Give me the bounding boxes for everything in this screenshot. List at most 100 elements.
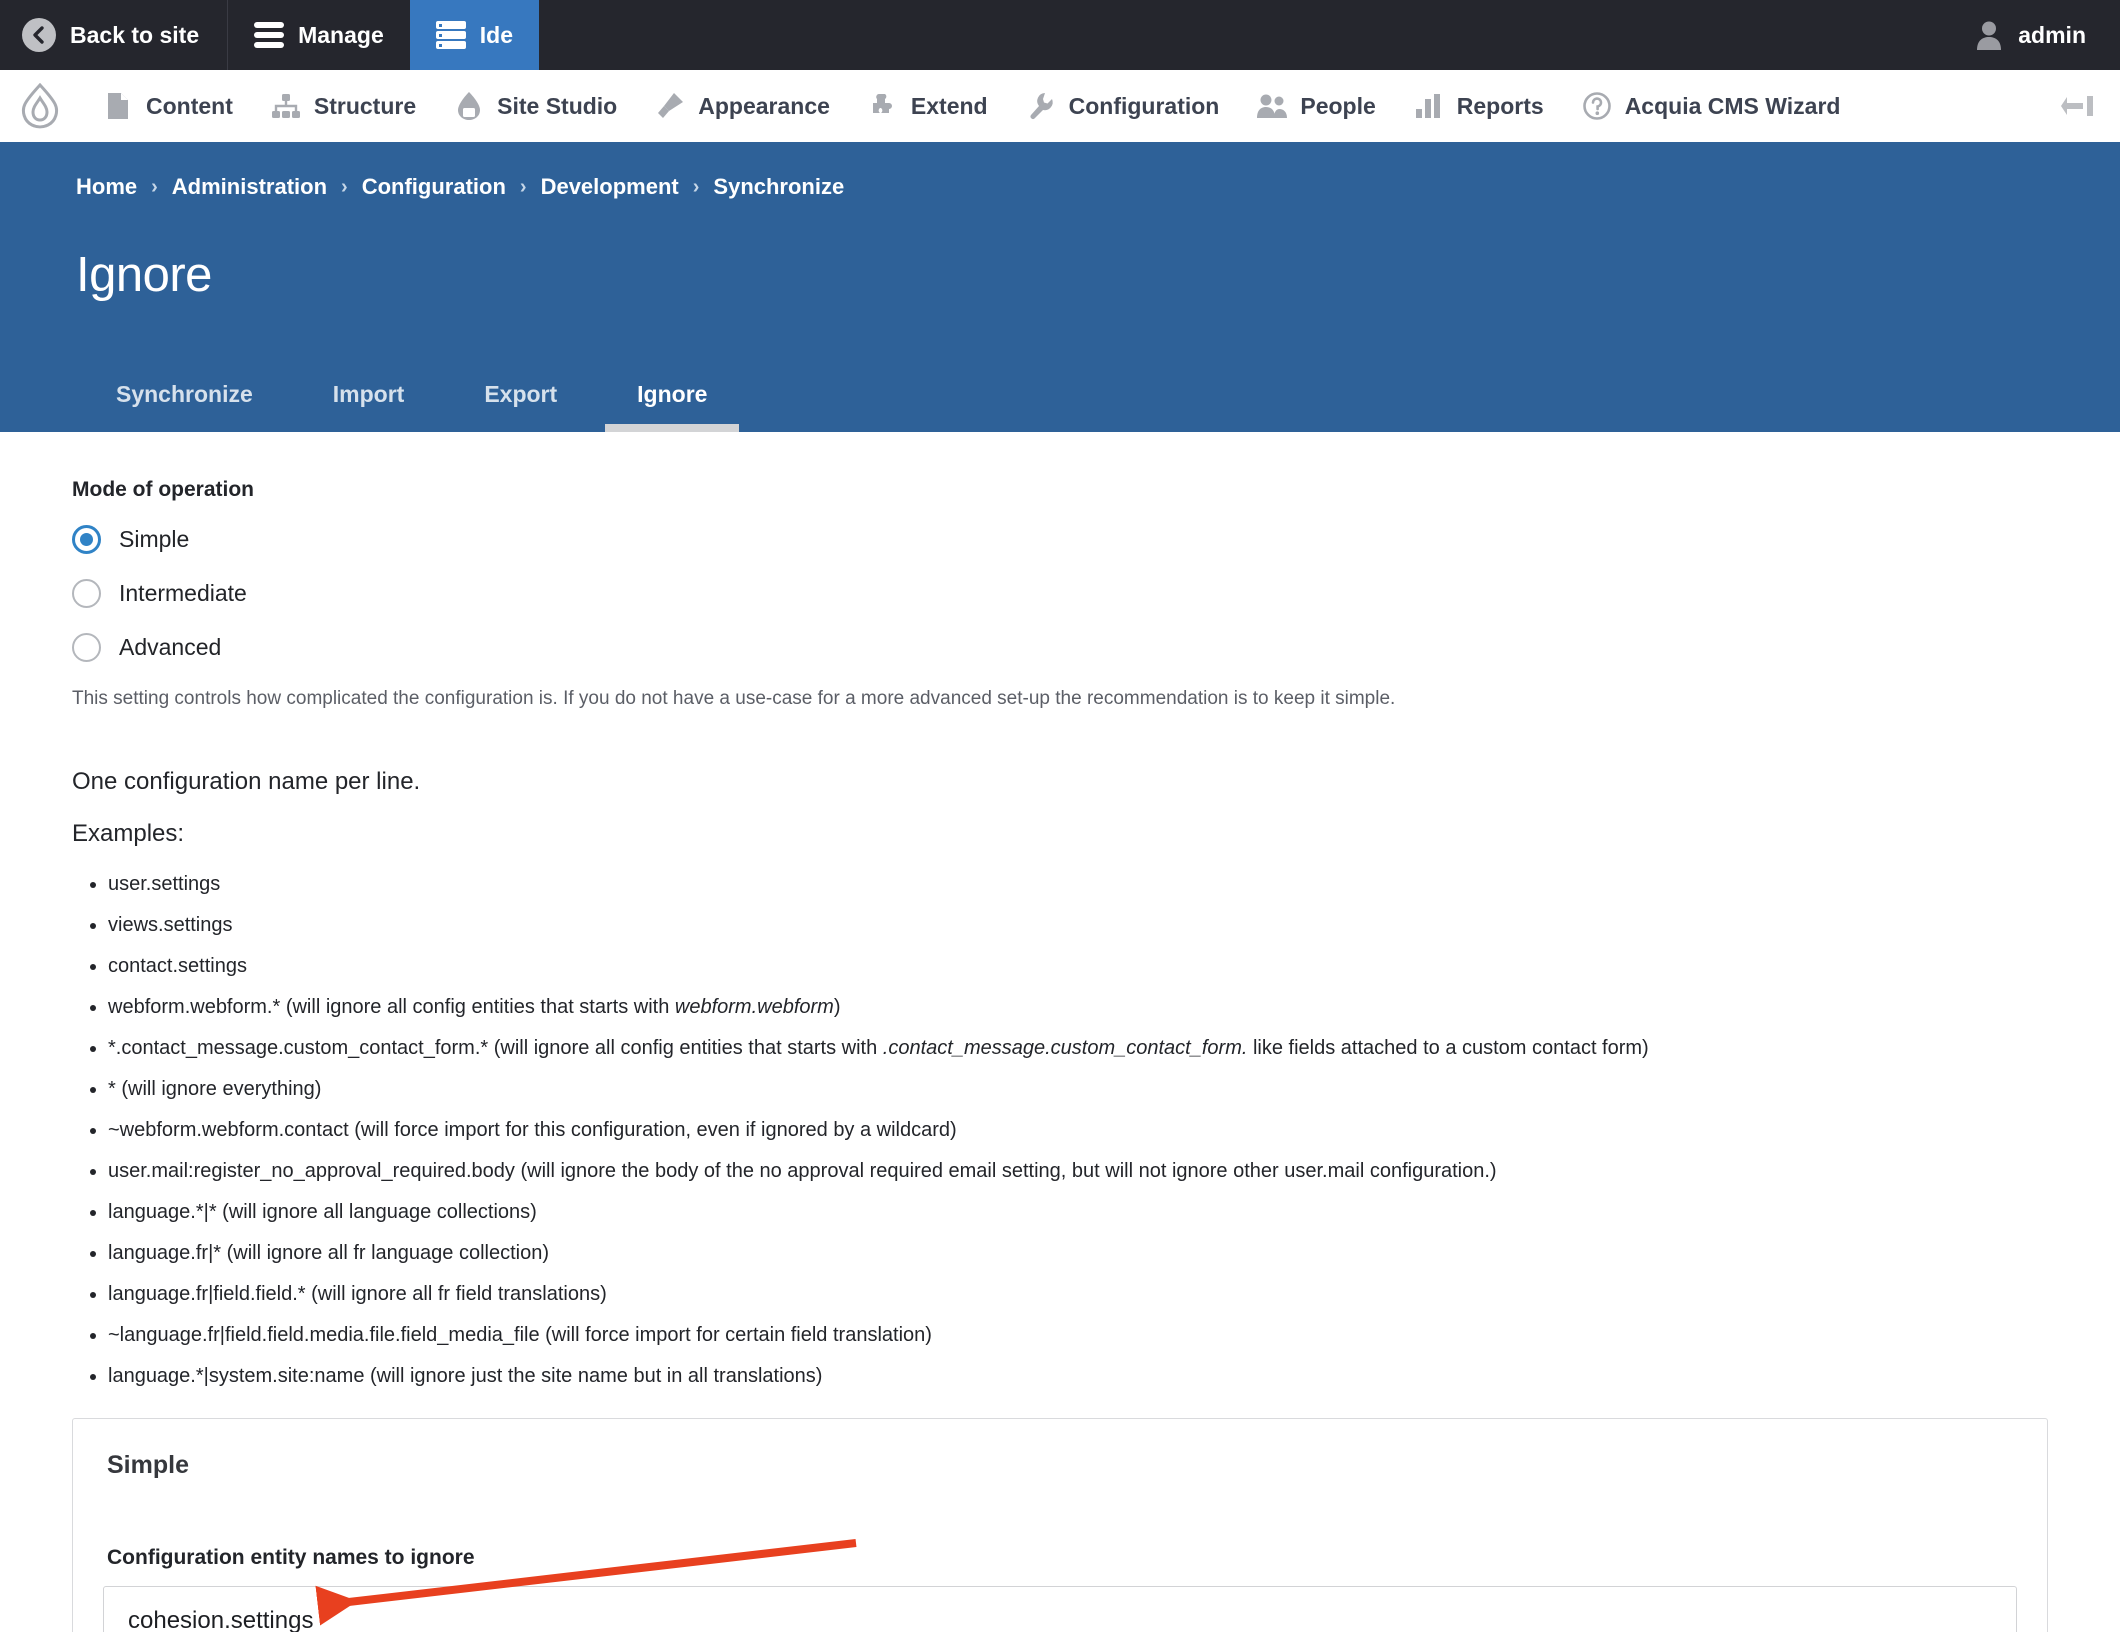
tab-synchronize[interactable]: Synchronize: [76, 381, 293, 432]
admin-menu-item-appearance-label: Appearance: [698, 92, 830, 119]
admin-menu-item-configuration-label: Configuration: [1068, 92, 1220, 119]
mode-of-operation-help: This setting controls how complicated th…: [72, 687, 1396, 709]
hamburger-icon: [254, 22, 285, 48]
configuration-entity-names-textarea[interactable]: cohesion.settings cohesion_* language.en…: [103, 1586, 2017, 1632]
breadcrumb-item-administration[interactable]: Administration: [172, 174, 327, 200]
configuration-entity-names-label: Configuration entity names to ignore: [107, 1546, 475, 1570]
breadcrumb-item-development[interactable]: Development: [541, 174, 679, 200]
list-item: language.*|* (will ignore all language c…: [108, 1200, 2044, 1224]
admin-menu-item-extend[interactable]: Extend: [849, 91, 1007, 121]
admin-menu-item-people[interactable]: People: [1238, 91, 1394, 121]
admin-menu-item-site-studio[interactable]: Site Studio: [435, 91, 636, 121]
list-item: user.mail:register_no_approval_required.…: [108, 1159, 2044, 1183]
mode-of-operation-legend: Mode of operation: [72, 477, 254, 501]
chevron-right-icon: ›: [151, 175, 158, 198]
admin-menu-item-site-studio-label: Site Studio: [497, 92, 618, 119]
drupal-drop-logo: [18, 82, 62, 129]
admin-toolbar: Back to site Manage Ide admin: [0, 0, 2120, 70]
breadcrumb: Home › Administration › Configuration › …: [0, 142, 2120, 200]
list-item: contact.settings: [108, 954, 2044, 978]
list-item: ~webform.webform.contact (will force imp…: [108, 1118, 2044, 1142]
question-circle-icon: [1582, 91, 1612, 121]
breadcrumb-item-home[interactable]: Home: [76, 174, 137, 200]
example-pre: webform.webform.* (will ignore all confi…: [108, 996, 675, 1019]
breadcrumb-item-synchronize[interactable]: Synchronize: [713, 174, 844, 200]
document-icon: [103, 91, 133, 121]
sitemap-icon: [271, 91, 301, 121]
mode-of-operation-section: Mode of operation Simple Intermediate Ad…: [0, 432, 2120, 1389]
bar-chart-icon: [1414, 91, 1444, 121]
main-content: Mode of operation Simple Intermediate Ad…: [0, 431, 2120, 1632]
primary-tabs: Synchronize Import Export Ignore: [0, 336, 2120, 432]
radio-option-intermediate[interactable]: Intermediate: [72, 574, 2044, 614]
list-item: webform.webform.* (will ignore all confi…: [108, 995, 2044, 1019]
radio-intermediate-label: Intermediate: [119, 580, 247, 607]
admin-menu-item-acquia-cms-wizard[interactable]: Acquia CMS Wizard: [1563, 91, 1860, 121]
list-item: language.*|system.site:name (will ignore…: [108, 1364, 2044, 1388]
people-icon: [1257, 91, 1288, 121]
list-item: language.fr|field.field.* (will ignore a…: [108, 1282, 2044, 1306]
wrench-icon: [1026, 91, 1056, 121]
example-emphasis: .contact_message.custom_contact_form.: [882, 1037, 1248, 1060]
droplet-icon: [454, 91, 484, 121]
user-account-button[interactable]: admin: [1956, 0, 2120, 70]
radio-simple-input[interactable]: [72, 525, 101, 555]
examples-heading: Examples:: [72, 820, 185, 848]
user-avatar-icon: [1976, 20, 2002, 50]
radio-advanced-input[interactable]: [72, 633, 101, 663]
admin-menu-item-appearance[interactable]: Appearance: [636, 91, 849, 121]
user-name-label: admin: [2018, 21, 2086, 48]
list-item: *.contact_message.custom_contact_form.* …: [108, 1036, 2044, 1060]
list-item: language.fr|* (will ignore all fr langua…: [108, 1241, 2044, 1265]
radio-option-simple[interactable]: Simple: [72, 520, 2044, 560]
chevron-right-icon: ›: [519, 175, 527, 198]
page-header: Home › Administration › Configuration › …: [0, 142, 2120, 432]
admin-menu-item-acquia-cms-wizard-label: Acquia CMS Wizard: [1624, 92, 1841, 119]
admin-menu-item-content[interactable]: Content: [84, 91, 252, 121]
examples-description: One configuration name per line. Example…: [72, 768, 2044, 1388]
admin-menu-item-people-label: People: [1300, 92, 1376, 119]
admin-menu-item-reports-label: Reports: [1456, 92, 1544, 119]
page-title: Ignore: [76, 247, 212, 302]
collapse-left-icon[interactable]: [2058, 91, 2098, 121]
admin-menu-item-structure[interactable]: Structure: [252, 91, 435, 121]
toolbar-tab-manage-label: Manage: [298, 21, 384, 48]
radio-advanced-label: Advanced: [119, 634, 222, 661]
examples-list: user.settings views.settings contact.set…: [72, 872, 2044, 1388]
back-circle-icon: [22, 18, 56, 52]
radio-option-advanced[interactable]: Advanced: [72, 628, 2044, 668]
chevron-right-icon: ›: [341, 175, 348, 198]
one-config-per-line-text: One configuration name per line.: [72, 768, 421, 796]
tab-ignore[interactable]: Ignore: [597, 381, 747, 432]
example-post: ): [833, 996, 841, 1019]
list-item: * (will ignore everything): [108, 1077, 2044, 1101]
back-to-site-label: Back to site: [70, 21, 200, 48]
tab-export[interactable]: Export: [444, 381, 597, 432]
simple-fieldset: Simple Configuration entity names to ign…: [72, 1418, 2048, 1632]
back-to-site-button[interactable]: Back to site: [0, 0, 227, 70]
paintbrush-icon: [655, 91, 685, 121]
list-item: user.settings: [108, 872, 2044, 896]
example-pre: *.contact_message.custom_contact_form.* …: [108, 1037, 883, 1060]
toolbar-tab-ide[interactable]: Ide: [409, 0, 539, 70]
puzzle-piece-icon: [868, 91, 898, 121]
admin-menu-item-structure-label: Structure: [313, 92, 417, 119]
chevron-right-icon: ›: [692, 175, 700, 198]
admin-menu-item-configuration[interactable]: Configuration: [1007, 91, 1239, 121]
toolbar-tab-manage[interactable]: Manage: [227, 0, 410, 70]
radio-intermediate-input[interactable]: [72, 579, 101, 609]
textarea-line: cohesion.settings: [128, 1607, 314, 1632]
admin-menu-bar: Content Structure Site Studio Appearance…: [0, 70, 2120, 142]
example-emphasis: webform.webform: [674, 996, 834, 1019]
list-item: ~language.fr|field.field.media.file.fiel…: [108, 1323, 2044, 1347]
simple-fieldset-legend: Simple: [107, 1451, 189, 1480]
breadcrumb-item-configuration[interactable]: Configuration: [362, 174, 506, 200]
radio-simple-label: Simple: [119, 526, 190, 553]
toolbar-tab-ide-label: Ide: [479, 21, 513, 48]
example-post: like fields attached to a custom contact…: [1247, 1037, 1649, 1060]
admin-menu-item-reports[interactable]: Reports: [1395, 91, 1563, 121]
tab-import[interactable]: Import: [293, 381, 445, 432]
list-item: views.settings: [108, 913, 2044, 937]
server-stack-icon: [435, 21, 466, 49]
